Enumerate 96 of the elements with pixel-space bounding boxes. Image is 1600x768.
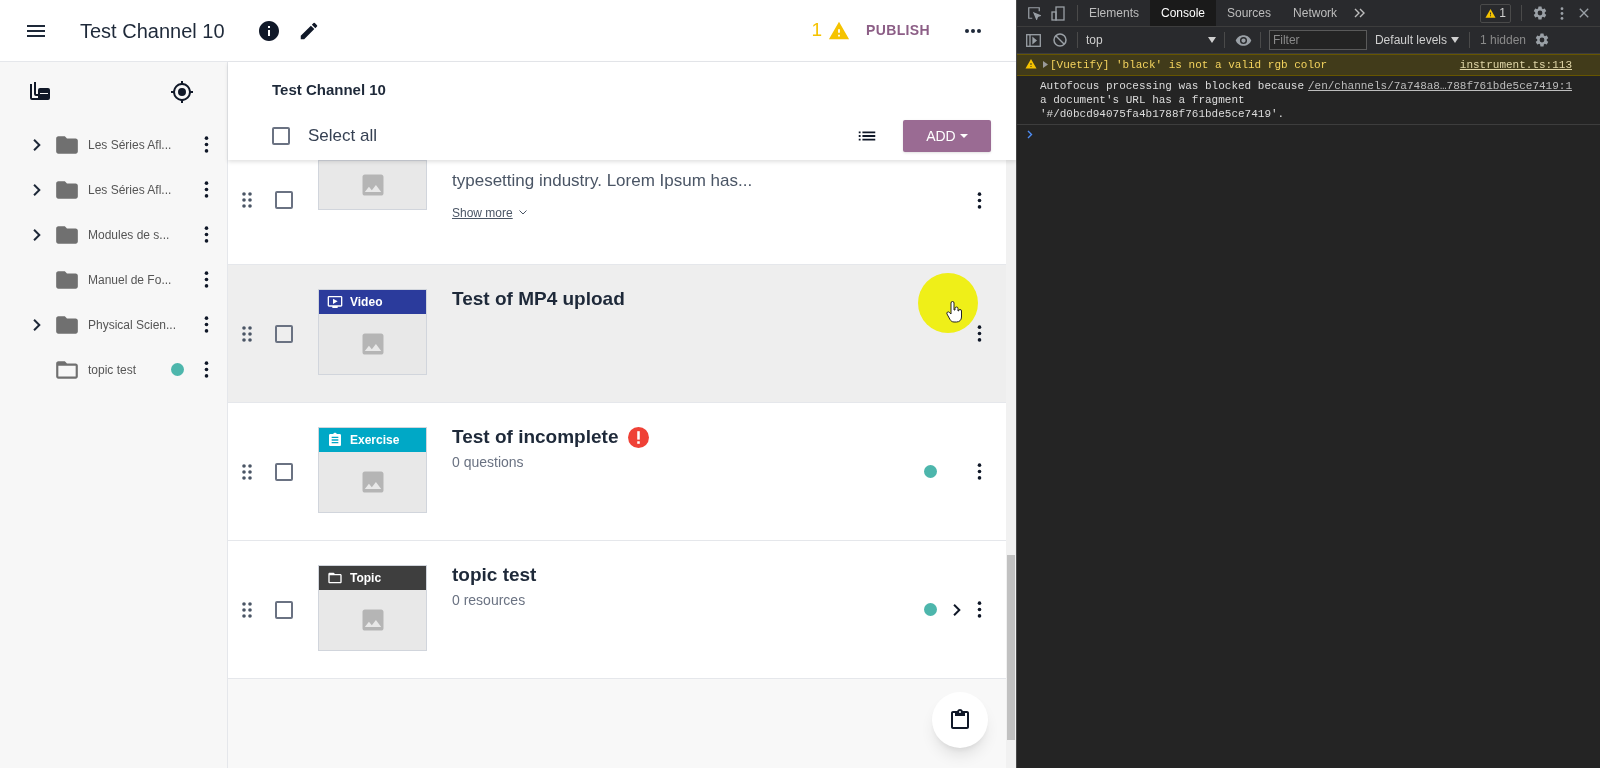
sidebar-item-label: Manuel de Fo... bbox=[88, 271, 172, 289]
more-icon[interactable] bbox=[204, 181, 209, 198]
sidebar-toggle-icon[interactable] bbox=[1025, 33, 1041, 47]
publish-button[interactable]: PUBLISH bbox=[862, 14, 934, 47]
source-link[interactable]: /en/channels/7a748a8…788f761bde5ce7419:1 bbox=[1307, 79, 1572, 93]
kind-badge-label: Topic bbox=[350, 570, 382, 587]
sidebar-item[interactable]: Physical Scien... bbox=[0, 302, 227, 347]
row-checkbox[interactable] bbox=[275, 324, 293, 343]
more-icon[interactable] bbox=[204, 271, 209, 288]
settings-icon bbox=[1532, 5, 1548, 21]
content-row[interactable]: Video Test of MP4 upload bbox=[228, 265, 1006, 403]
row-title: Test of MP4 upload bbox=[452, 287, 625, 311]
more-icon[interactable] bbox=[976, 191, 982, 209]
expand-chevron-icon[interactable] bbox=[33, 138, 41, 151]
more-icon[interactable] bbox=[976, 325, 982, 342]
video-icon bbox=[327, 294, 343, 310]
folder-outline-icon bbox=[327, 570, 343, 586]
show-more-link[interactable]: Show more bbox=[452, 203, 527, 222]
sidebar-item-label: Physical Scien... bbox=[88, 316, 177, 334]
more-icon bbox=[963, 27, 982, 34]
more-tabs-icon[interactable] bbox=[1354, 8, 1366, 18]
filter-field[interactable]: Filter bbox=[1268, 30, 1367, 50]
drag-handle-icon[interactable] bbox=[242, 325, 252, 342]
sidebar-item-label: topic test bbox=[88, 361, 137, 379]
warning-count: 1 bbox=[811, 18, 823, 43]
more-icon[interactable] bbox=[976, 463, 982, 480]
warning-icon bbox=[1485, 7, 1497, 19]
clipboard-button[interactable] bbox=[931, 692, 988, 748]
row-subtitle: 0 questions bbox=[452, 452, 525, 472]
content-row[interactable]: typesetting industry. Lorem Ipsum has... Show more bbox=[228, 160, 1006, 265]
row-subtitle: 0 resources bbox=[452, 590, 527, 610]
more-icon[interactable] bbox=[976, 601, 982, 618]
kind-badge-label: Exercise bbox=[350, 432, 400, 449]
sidebar-item-label: Les Séries Afl... bbox=[88, 181, 172, 199]
locate-button[interactable] bbox=[170, 80, 194, 104]
info-icon bbox=[256, 18, 281, 43]
devtools-tab[interactable]: Sources bbox=[1216, 0, 1283, 26]
row-title: topic test bbox=[452, 563, 537, 587]
select-all-checkbox[interactable] bbox=[272, 127, 290, 145]
more-icon[interactable] bbox=[204, 226, 209, 243]
caret-icon bbox=[1207, 37, 1216, 43]
row-checkbox[interactable] bbox=[275, 600, 293, 619]
warnings-count: 1 bbox=[1499, 5, 1506, 22]
crosshair-icon bbox=[170, 80, 194, 104]
caret-icon bbox=[959, 134, 968, 138]
row-checkbox[interactable] bbox=[275, 191, 293, 209]
row-description: typesetting industry. Lorem Ipsum has... bbox=[452, 170, 754, 192]
open-chevron-icon[interactable] bbox=[952, 603, 961, 616]
kind-badge-label: Video bbox=[350, 294, 383, 311]
prompt-icon[interactable] bbox=[1026, 130, 1033, 139]
drag-handle-icon[interactable] bbox=[242, 601, 252, 618]
content-row[interactable]: Exercise Test of incomplete 0 questions bbox=[228, 403, 1006, 541]
more-icon[interactable] bbox=[204, 316, 209, 333]
caret-icon bbox=[1451, 37, 1459, 43]
message-text: Autofocus processing was blocked because a document's URL has a fragment '#/d0bcd94075fa4b1788f761bde5ce7419'. bbox=[1039, 79, 1305, 121]
content-row[interactable]: Topic topic test 0 resources bbox=[228, 541, 1006, 679]
devtools-tab[interactable]: Network bbox=[1282, 0, 1349, 26]
devtools-tab[interactable]: Console bbox=[1150, 0, 1216, 26]
add-button[interactable]: ADD bbox=[902, 120, 991, 152]
devtools-tab[interactable]: Elements bbox=[1077, 0, 1150, 26]
hand-cursor-icon bbox=[946, 301, 962, 323]
sidebar-item[interactable]: topic test bbox=[0, 347, 227, 392]
message-text: [Vuetify] 'black' is not a valid rgb color bbox=[1049, 58, 1328, 72]
row-checkbox[interactable] bbox=[275, 462, 293, 481]
row-title: Test of incomplete bbox=[452, 425, 619, 449]
levels-select[interactable]: Default levels bbox=[1374, 31, 1459, 49]
expand-chevron-icon[interactable] bbox=[33, 228, 41, 241]
expand-triangle-icon[interactable] bbox=[1042, 61, 1048, 68]
hidden-count: 1 hidden bbox=[1480, 32, 1527, 49]
expand-chevron-icon[interactable] bbox=[33, 318, 41, 331]
sidebar-item[interactable]: Modules de s... bbox=[0, 212, 227, 257]
device-toolbar-icon[interactable] bbox=[1050, 5, 1065, 21]
sidebar-item[interactable]: Les Séries Afl... bbox=[0, 122, 227, 167]
sidebar-item[interactable]: Les Séries Afl... bbox=[0, 167, 227, 212]
chevron-down-icon bbox=[518, 210, 527, 215]
info-button[interactable] bbox=[256, 18, 281, 43]
warning-icon bbox=[1024, 58, 1037, 70]
channel-title: Test Channel 10 bbox=[80, 18, 225, 44]
scrollbar-thumb[interactable] bbox=[1006, 555, 1015, 740]
more-icon[interactable] bbox=[204, 361, 209, 378]
content-title: Test Channel 10 bbox=[272, 81, 386, 98]
warnings-badge[interactable]: 1 bbox=[1480, 3, 1511, 23]
clear-console-icon[interactable] bbox=[1052, 33, 1067, 47]
settings-icon bbox=[1534, 32, 1551, 48]
clipboard-icon bbox=[327, 432, 343, 448]
select-all-label: Select all bbox=[308, 125, 377, 148]
sidebar-item[interactable]: Manuel de Fo... bbox=[0, 257, 227, 302]
sidebar-item-label: Modules de s... bbox=[88, 226, 170, 244]
source-link[interactable]: instrument.ts:113 bbox=[1459, 58, 1572, 72]
more-icon[interactable] bbox=[204, 136, 209, 153]
drag-handle-icon[interactable] bbox=[242, 463, 252, 480]
expand-chevron-icon[interactable] bbox=[33, 183, 41, 196]
drag-handle-icon[interactable] bbox=[242, 192, 252, 208]
inspect-icon[interactable] bbox=[1026, 6, 1041, 20]
sidebar-item-label: Les Séries Afl... bbox=[88, 136, 172, 154]
context-select[interactable]: top bbox=[1085, 31, 1216, 49]
